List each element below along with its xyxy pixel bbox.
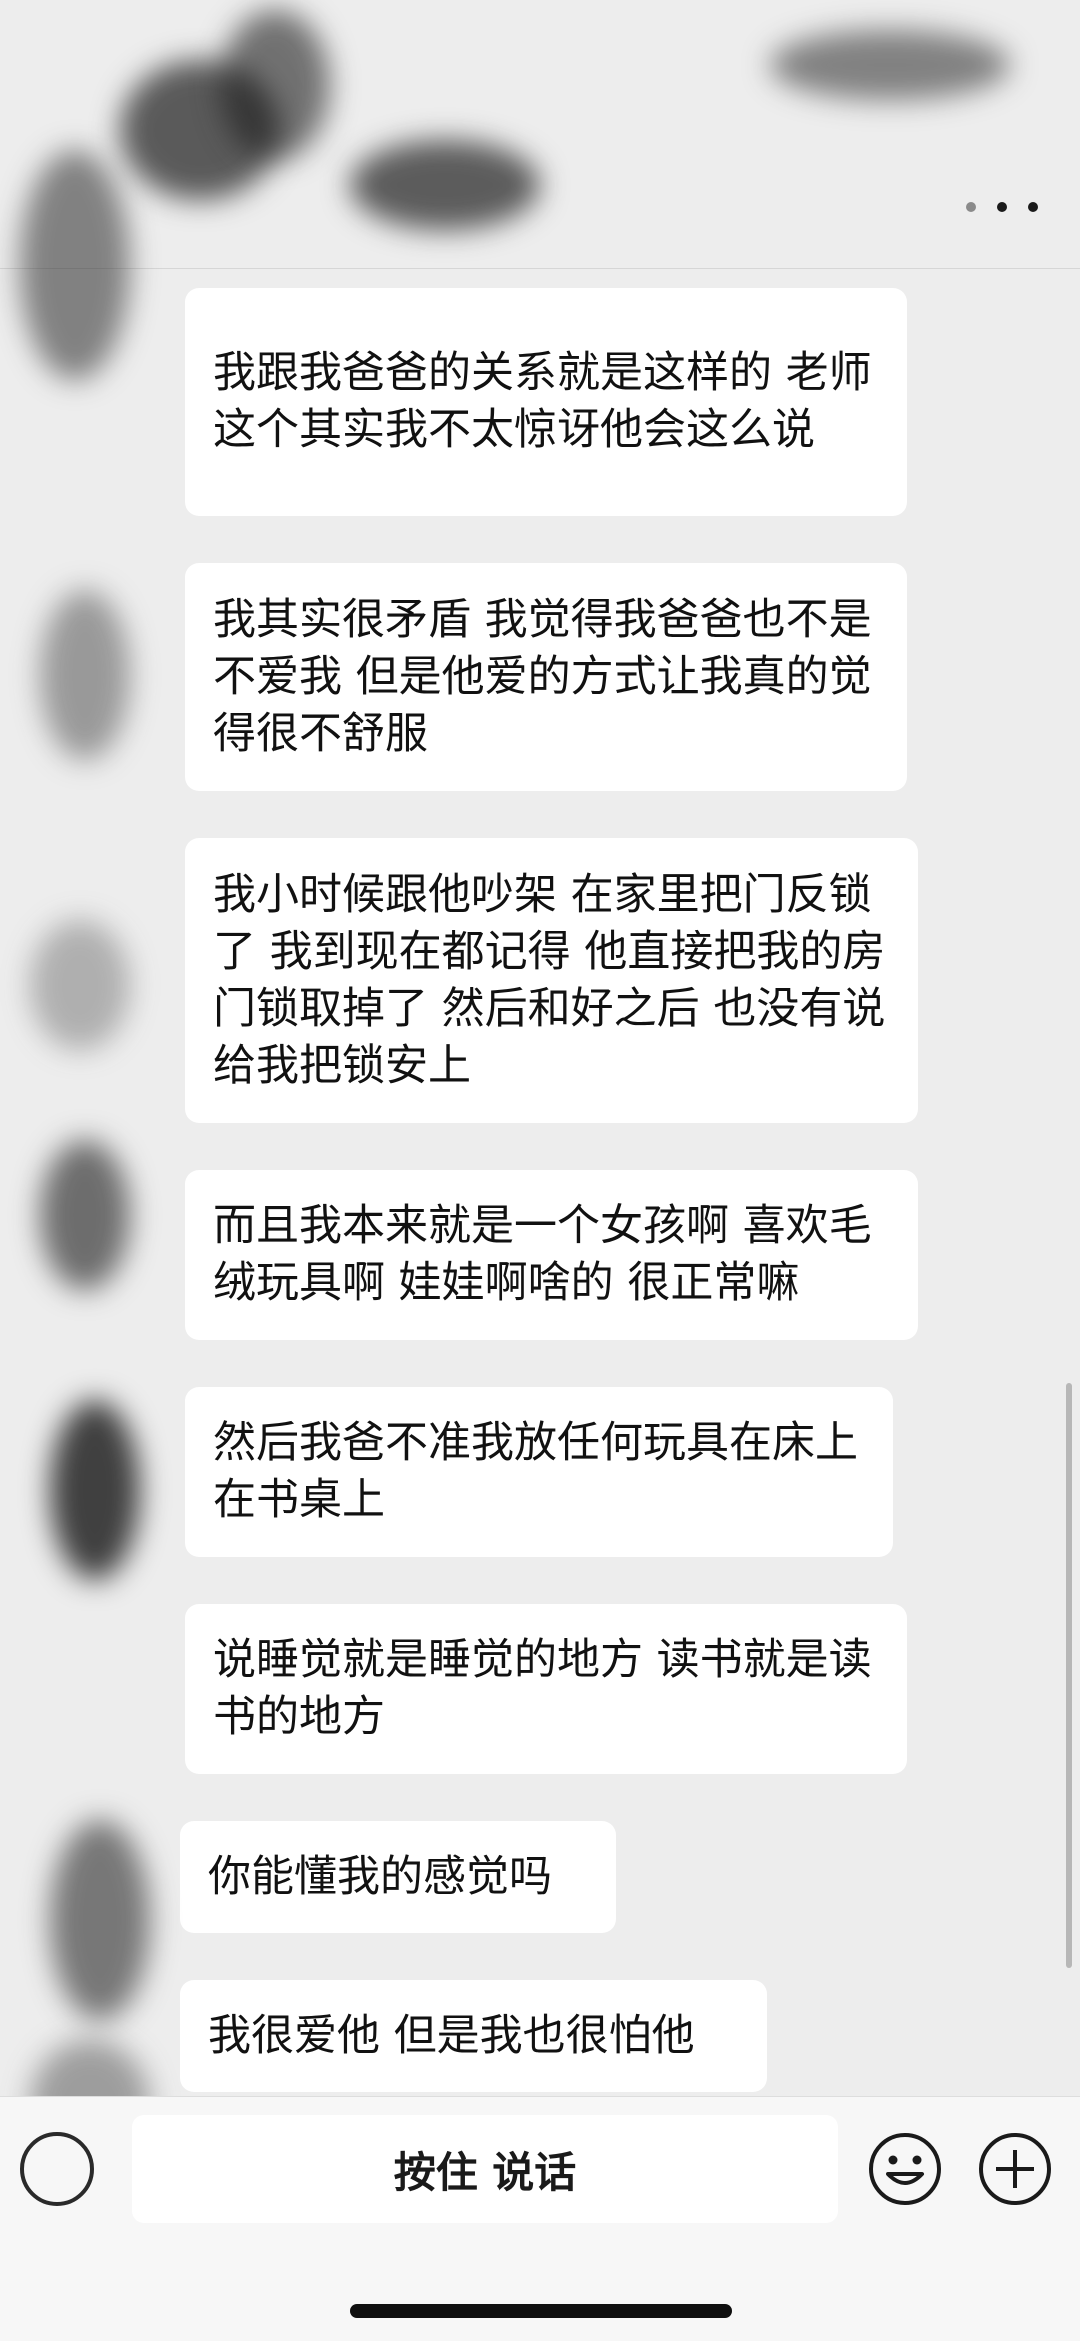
- chat-message-list[interactable]: 我跟我爸爸的关系就是这样的 老师 这个其实我不太惊讶他会这么说 我其实很矛盾 我…: [0, 268, 1080, 2096]
- more-dot: [1028, 202, 1038, 212]
- message-bubble[interactable]: 我很爱他 但是我也很怕他: [180, 1980, 767, 2092]
- more-dot: [997, 202, 1007, 212]
- message-bubble[interactable]: 我跟我爸爸的关系就是这样的 老师 这个其实我不太惊讶他会这么说: [185, 288, 907, 516]
- message-text: 你能懂我的感觉吗: [208, 1851, 552, 1902]
- message-bubble[interactable]: 说睡觉就是睡觉的地方 读书就是读书的地方: [185, 1604, 907, 1774]
- more-dot: [966, 202, 976, 212]
- smiley-icon-graphic: [869, 2133, 941, 2205]
- message-bubble[interactable]: 你能懂我的感觉吗: [180, 1821, 616, 1933]
- smiley-icon[interactable]: [866, 2130, 944, 2208]
- message-text: 说睡觉就是睡觉的地方 读书就是读书的地方: [213, 1635, 872, 1742]
- message-text: 然后我爸不准我放任何玩具在床上 在书桌上: [213, 1418, 858, 1525]
- message-bubble[interactable]: 然后我爸不准我放任何玩具在床上 在书桌上: [185, 1387, 893, 1557]
- hold-to-talk-button[interactable]: 按住 说话: [132, 2115, 838, 2223]
- plus-icon[interactable]: [976, 2130, 1054, 2208]
- message-text: 我其实很矛盾 我觉得我爸爸也不是不爱我 但是他爱的方式让我真的觉得很不舒服: [213, 594, 872, 759]
- plus-icon-graphic: [979, 2133, 1051, 2205]
- message-text: 我跟我爸爸的关系就是这样的 老师 这个其实我不太惊讶他会这么说: [213, 348, 872, 455]
- home-indicator[interactable]: [350, 2304, 732, 2318]
- message-text: 我小时候跟他吵架 在家里把门反锁了 我到现在都记得 他直接把我的房门锁取掉了 然…: [213, 869, 886, 1091]
- message-text: 我很爱他 但是我也很怕他: [208, 2010, 695, 2061]
- top-bar: [0, 0, 1080, 269]
- message-bubble[interactable]: 我小时候跟他吵架 在家里把门反锁了 我到现在都记得 他直接把我的房门锁取掉了 然…: [185, 838, 918, 1123]
- message-bubble[interactable]: 我其实很矛盾 我觉得我爸爸也不是不爱我 但是他爱的方式让我真的觉得很不舒服: [185, 563, 907, 791]
- message-bubble[interactable]: 而且我本来就是一个女孩啊 喜欢毛绒玩具啊 娃娃啊啥的 很正常嘛: [185, 1170, 918, 1340]
- message-text: 而且我本来就是一个女孩啊 喜欢毛绒玩具啊 娃娃啊啥的 很正常嘛: [213, 1201, 872, 1308]
- voice-icon[interactable]: [20, 2132, 94, 2206]
- more-icon[interactable]: [966, 190, 1038, 224]
- scrollbar[interactable]: [1066, 1383, 1072, 1968]
